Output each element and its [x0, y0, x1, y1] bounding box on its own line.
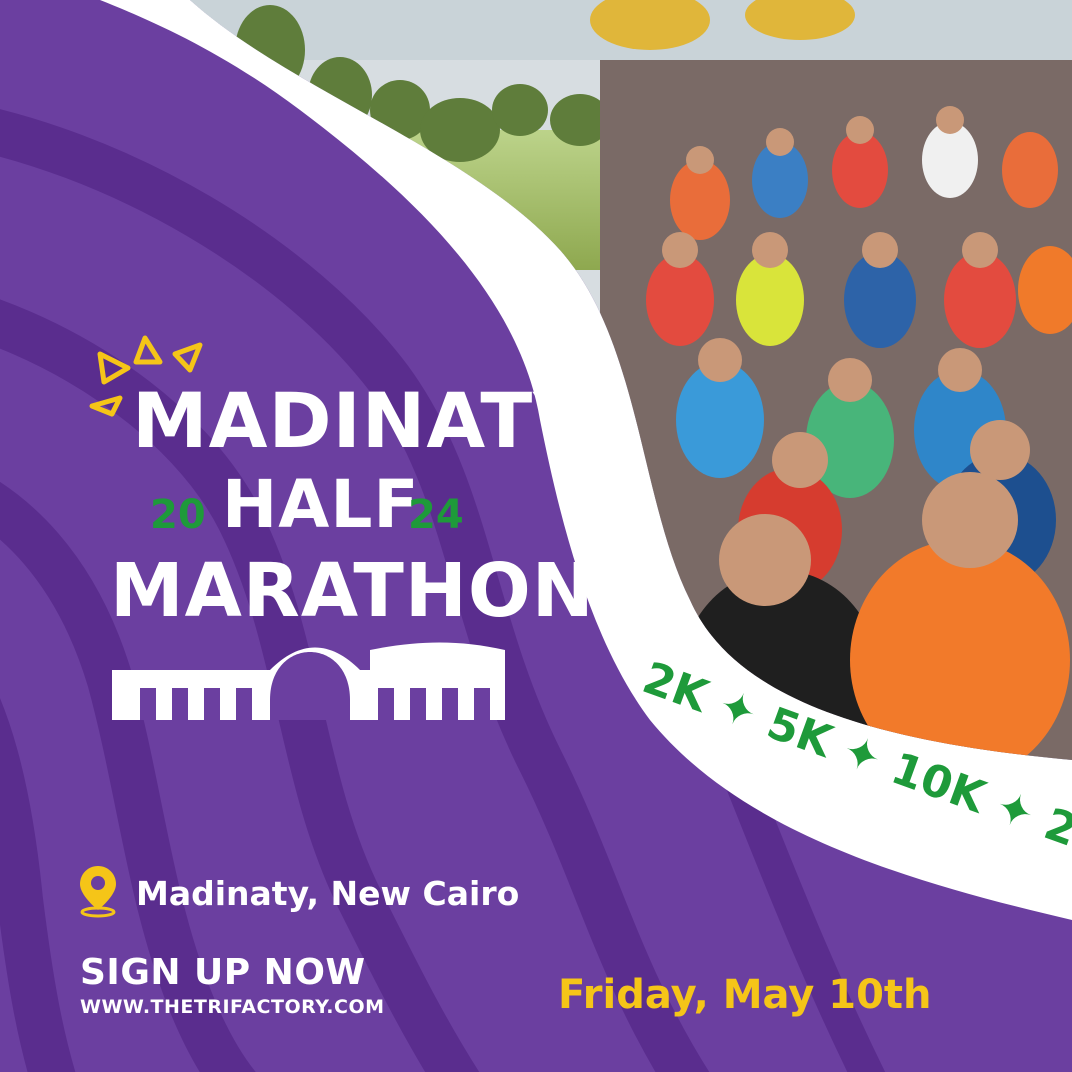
event-title-line-1: MADINATY	[132, 376, 590, 465]
location-text: Madinaty, New Cairo	[136, 874, 520, 913]
event-poster: 2K ✦ 5K ✦ 10K ✦ 2 MADINATY HALF MARATHON…	[0, 0, 1072, 1072]
website-link[interactable]: WWW.THETRIFACTORY.COM	[80, 996, 385, 1018]
event-date: Friday, May 10th	[558, 972, 932, 1018]
year-suffix: 24	[408, 492, 464, 538]
event-title-line-2: HALF	[222, 466, 420, 543]
year-prefix: 20	[150, 492, 206, 538]
location-pin-icon	[80, 866, 116, 918]
event-title-line-3: MARATHON	[110, 548, 595, 634]
signup-cta[interactable]: SIGN UP NOW	[80, 952, 366, 993]
